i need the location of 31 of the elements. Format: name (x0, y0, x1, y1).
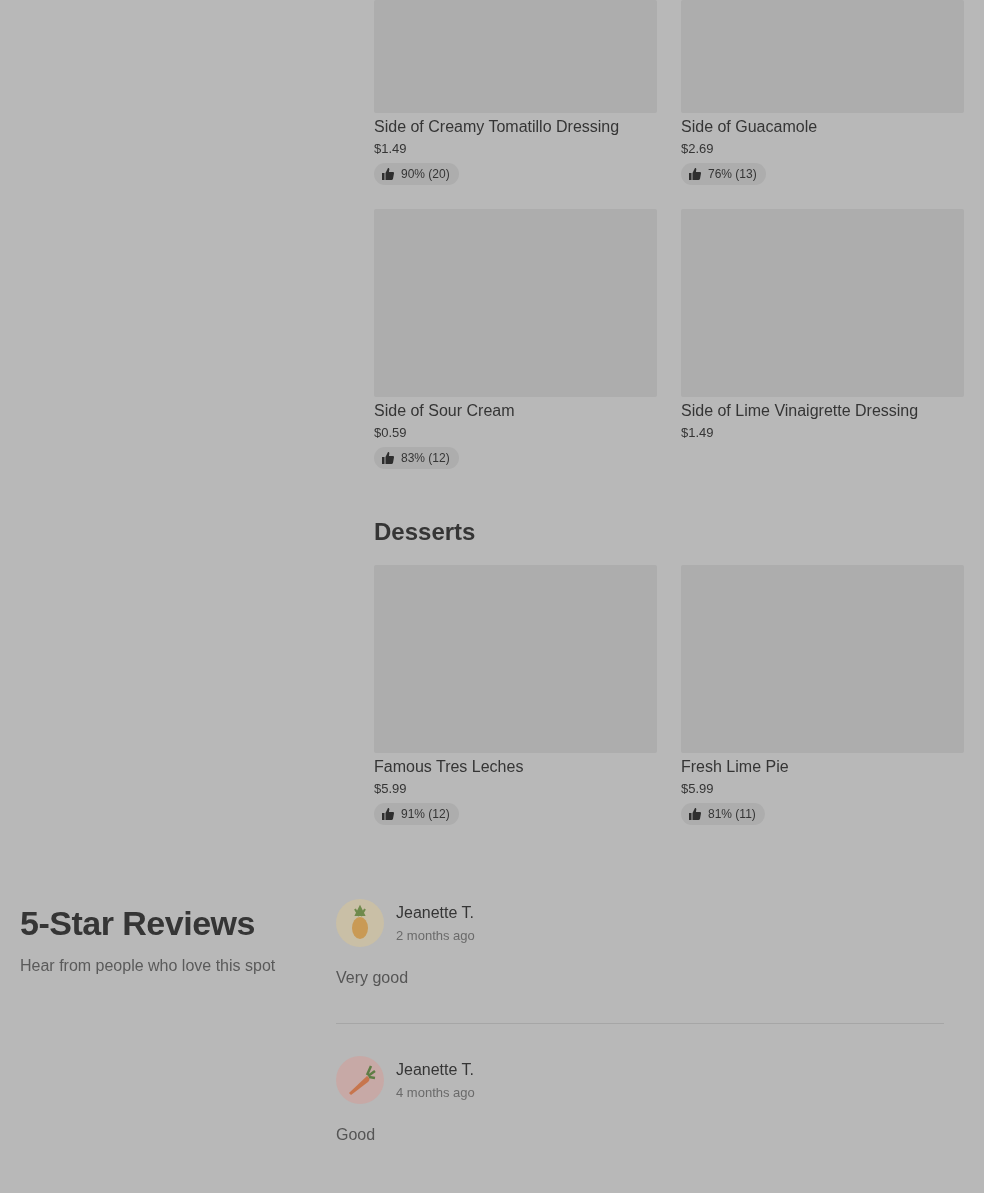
rating-badge: 83% (12) (374, 447, 459, 469)
item-name[interactable]: Side of Lime Vinaigrette Dressing (681, 402, 919, 420)
item-price: $0.59 (374, 425, 407, 441)
reviewer-name: Jeanette T. (396, 1060, 475, 1080)
item-price: $1.49 (681, 425, 714, 441)
item-name[interactable]: Fresh Lime Pie (681, 758, 789, 776)
thumbs-up-icon (689, 808, 701, 820)
reviews-subtitle: Hear from people who love this spot (20, 957, 277, 975)
item-price: $1.49 (374, 141, 407, 157)
rating-badge: 90% (20) (374, 163, 459, 185)
review-date: 2 months ago (396, 928, 475, 943)
review-date: 4 months ago (396, 1085, 475, 1100)
item-price: $5.99 (681, 781, 714, 797)
item-name[interactable]: Side of Guacamole (681, 118, 818, 136)
reviews-heading: 5-Star Reviews (20, 903, 256, 943)
thumbs-up-icon (382, 452, 394, 464)
item-name[interactable]: Side of Sour Cream (374, 402, 515, 420)
reviewer-name: Jeanette T. (396, 903, 475, 923)
thumbs-up-icon (689, 168, 701, 180)
item-price: $2.69 (681, 141, 714, 157)
thumbs-up-icon (382, 168, 394, 180)
item-price: $5.99 (374, 781, 407, 797)
thumbs-up-icon (382, 808, 394, 820)
review-text: Very good (336, 969, 410, 987)
item-name[interactable]: Famous Tres Leches (374, 758, 524, 776)
rating-badge: 76% (13) (681, 163, 766, 185)
review-text: Good (336, 1126, 377, 1144)
rating-badge: 91% (12) (374, 803, 459, 825)
rating-badge: 81% (11) (681, 803, 765, 825)
section-heading: Desserts (374, 517, 477, 547)
item-name[interactable]: Side of Creamy Tomatillo Dressing (374, 118, 620, 136)
